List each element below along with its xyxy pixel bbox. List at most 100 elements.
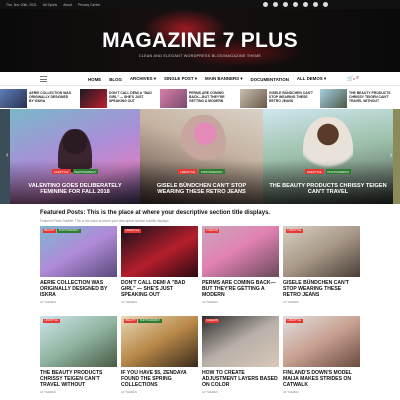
- post-thumbnail[interactable]: LIFESTYLE: [283, 226, 360, 277]
- post-card[interactable]: LIFESTYLE DON'T CALL DEMI A "BAD GIRL" —…: [121, 226, 198, 304]
- top-bar: Thu. Nov 20th, 2021 All Sports About Pri…: [0, 0, 400, 9]
- post-thumbnail[interactable]: LIFESTYLE: [283, 316, 360, 367]
- category-badge[interactable]: PHOTOGRAPHY: [57, 229, 81, 233]
- category-badge[interactable]: LIFESTYLE: [178, 169, 198, 174]
- facebook-icon[interactable]: [263, 1, 268, 7]
- ticker-item[interactable]: GISELE BÜNDCHEN CAN'T STOP WEARING THESE…: [240, 89, 313, 108]
- ticker-title: AERIE COLLECTION WAS ORIGINALLY DESIGNED…: [29, 91, 72, 103]
- nav-item-home[interactable]: HOME: [88, 77, 101, 82]
- post-title[interactable]: FINLAND'S DOWN'S MODEL MAIJA MAKES STRID…: [283, 370, 360, 389]
- post-author[interactable]: AF THEMES: [121, 390, 198, 394]
- post-author[interactable]: AF THEMES: [202, 300, 279, 304]
- ticker-thumbnail: [160, 89, 187, 108]
- post-card[interactable]: FASHION PERMS ARE COMING BACK—BUT THEY'R…: [202, 226, 279, 304]
- slide-categories: LIFESTYLE PHOTOGRAPHY: [140, 169, 263, 174]
- nav-menu: HOME BLOG ARCHIVES ▾ SINGLE POST ▾ MAIN …: [88, 72, 326, 86]
- ticker-thumbnail: [320, 89, 347, 108]
- ticker-thumbnail: [240, 89, 267, 108]
- category-badge[interactable]: LIFESTYLE: [304, 169, 324, 174]
- ticker-title: GISELE BÜNDCHEN CAN'T STOP WEARING THESE…: [269, 91, 313, 103]
- category-badge[interactable]: FASHION: [205, 319, 220, 323]
- menu-toggle-icon[interactable]: [40, 76, 47, 82]
- ticker-item[interactable]: AERIE COLLECTION WAS ORIGINALLY DESIGNED…: [0, 89, 73, 108]
- nav-item-archives[interactable]: ARCHIVES ▾: [130, 76, 156, 82]
- post-card[interactable]: FASHION HOW TO CREATE ADJUSTMENT LAYERS …: [202, 316, 279, 394]
- post-card[interactable]: LIFESTYLE THE BEAUTY PRODUCTS CHRISSY TE…: [40, 316, 117, 394]
- slide-title[interactable]: THE BEAUTY PRODUCTS CHRISSY TEIGEN CAN'T…: [269, 183, 387, 196]
- ticker-title: THE BEAUTY PRODUCTS CHRISSY TEIGEN CAN'T…: [349, 91, 391, 103]
- post-thumbnail[interactable]: BEAUTY PHOTOGRAPHY: [40, 226, 117, 277]
- post-card[interactable]: LIFESTYLE FINLAND'S DOWN'S MODEL MAIJA M…: [283, 316, 360, 394]
- nav-item-blog[interactable]: BLOG: [109, 77, 122, 82]
- chevron-left-icon[interactable]: ‹: [6, 152, 8, 159]
- post-thumbnail[interactable]: BEAUTY PHOTOGRAPHY: [121, 316, 198, 367]
- post-title[interactable]: IF YOU HAVE $5, ZENDAYA FOUND THE SPRING…: [121, 370, 198, 389]
- site-title[interactable]: MAGAZINE 7 PLUS: [0, 29, 400, 53]
- topbar-link[interactable]: All Sports: [43, 3, 58, 7]
- category-badge[interactable]: LIFESTYLE: [124, 229, 141, 233]
- search-icon[interactable]: ⌕: [356, 75, 359, 82]
- slide[interactable]: LIFESTYLE PHOTOGRAPHY THE BEAUTY PRODUCT…: [263, 109, 393, 204]
- category-badge[interactable]: PHOTOGRAPHY: [325, 169, 352, 174]
- post-card[interactable]: BEAUTY PHOTOGRAPHY IF YOU HAVE $5, ZENDAY…: [121, 316, 198, 394]
- topbar-link[interactable]: Privacy Center: [78, 3, 100, 7]
- chevron-right-icon[interactable]: ›: [390, 152, 392, 159]
- category-badge[interactable]: LIFESTYLE: [286, 229, 303, 233]
- topbar-link[interactable]: About: [63, 3, 72, 7]
- category-badge[interactable]: LIFESTYLE: [286, 319, 303, 323]
- cart-count: 0: [353, 76, 355, 81]
- post-title[interactable]: AERIE COLLECTION WAS ORIGINALLY DESIGNED…: [40, 280, 117, 299]
- vimeo-icon[interactable]: [323, 1, 328, 7]
- pinterest-icon[interactable]: [313, 1, 318, 7]
- post-author[interactable]: AF THEMES: [40, 390, 117, 394]
- post-thumbnail[interactable]: FASHION: [202, 316, 279, 367]
- youtube-icon[interactable]: [283, 1, 288, 7]
- date-label: Thu. Nov 20th, 2021: [6, 2, 37, 7]
- main-navigation: HOME BLOG ARCHIVES ▾ SINGLE POST ▾ MAIN …: [0, 72, 400, 86]
- post-author[interactable]: AF THEMES: [283, 300, 360, 304]
- linkedin-icon[interactable]: [293, 1, 298, 7]
- category-badge[interactable]: FASHION: [205, 229, 220, 233]
- category-badge[interactable]: BEAUTY: [43, 229, 57, 233]
- ticker-item[interactable]: DON'T CALL DEMI A "BAD GIRL" — SHE'S JUS…: [80, 89, 153, 108]
- twitter-icon[interactable]: [273, 1, 278, 7]
- site-tagline: CLEAN AND ELEGANT WORDPRESS BLOG/MAGAZIN…: [138, 54, 262, 58]
- post-author[interactable]: AF THEMES: [40, 300, 117, 304]
- ticker-title: DON'T CALL DEMI A "BAD GIRL" — SHE'S JUS…: [109, 91, 152, 103]
- post-title[interactable]: HOW TO CREATE ADJUSTMENT LAYERS BASED ON…: [202, 370, 279, 389]
- post-card[interactable]: LIFESTYLE GISELE BÜNDCHEN CAN'T STOP WEA…: [283, 226, 360, 304]
- post-title[interactable]: GISELE BÜNDCHEN CAN'T STOP WEARING THESE…: [283, 280, 360, 299]
- ticker-title: PERMS ARE COMING BACK—BUT THEY'RE GETTIN…: [189, 91, 225, 103]
- slide-categories: LIFESTYLE PHOTOGRAPHY: [263, 169, 393, 174]
- slide[interactable]: LIFESTYLE PHOTOGRAPHY VALENTINO GOES DEL…: [10, 109, 140, 204]
- nav-item-documentation[interactable]: DOCUMENTATION: [251, 77, 289, 82]
- nav-item-all-demos[interactable]: ALL DEMOS ▾: [297, 76, 326, 82]
- category-badge[interactable]: PHOTOGRAPHY: [72, 169, 99, 174]
- post-card[interactable]: BEAUTY PHOTOGRAPHY AERIE COLLECTION WAS O…: [40, 226, 117, 304]
- ticker-item[interactable]: PERMS ARE COMING BACK—BUT THEY'RE GETTIN…: [160, 89, 233, 108]
- cart-icon[interactable]: 🛒0: [347, 76, 355, 82]
- slide-peek: [0, 109, 10, 204]
- ticker-thumbnail: [80, 89, 107, 108]
- post-author[interactable]: AF THEMES: [202, 390, 279, 394]
- ticker-item[interactable]: THE BEAUTY PRODUCTS CHRISSY TEIGEN CAN'T…: [320, 89, 393, 108]
- slide-title[interactable]: VALENTINO GOES DELIBERATELY FEMININE FOR…: [16, 183, 134, 196]
- post-title[interactable]: DON'T CALL DEMI A "BAD GIRL" — SHE'S JUS…: [121, 280, 198, 299]
- category-badge[interactable]: PHOTOGRAPHY: [199, 169, 225, 174]
- nav-item-single-post[interactable]: SINGLE POST ▾: [164, 76, 197, 82]
- slide-title[interactable]: GISELE BÜNDCHEN CAN'T STOP WEARING THESE…: [146, 183, 257, 196]
- post-thumbnail[interactable]: LIFESTYLE: [121, 226, 198, 277]
- post-author[interactable]: AF THEMES: [121, 300, 198, 304]
- category-badge[interactable]: BEAUTY: [124, 319, 138, 323]
- slide[interactable]: LIFESTYLE PHOTOGRAPHY GISELE BÜNDCHEN CA…: [140, 109, 263, 204]
- nav-item-main-banners[interactable]: MAIN BANNERS ▾: [205, 76, 243, 82]
- post-title[interactable]: THE BEAUTY PRODUCTS CHRISSY TEIGEN CAN'T…: [40, 370, 117, 389]
- post-thumbnail[interactable]: LIFESTYLE: [40, 316, 117, 367]
- category-badge[interactable]: PHOTOGRAPHY: [138, 319, 162, 323]
- post-thumbnail[interactable]: FASHION: [202, 226, 279, 277]
- category-badge[interactable]: LIFESTYLE: [43, 319, 60, 323]
- category-badge[interactable]: LIFESTYLE: [51, 169, 71, 174]
- post-title[interactable]: PERMS ARE COMING BACK—BUT THEY'RE GETTIN…: [202, 280, 279, 299]
- post-author[interactable]: AF THEMES: [283, 390, 360, 394]
- instagram-icon[interactable]: [303, 1, 308, 7]
